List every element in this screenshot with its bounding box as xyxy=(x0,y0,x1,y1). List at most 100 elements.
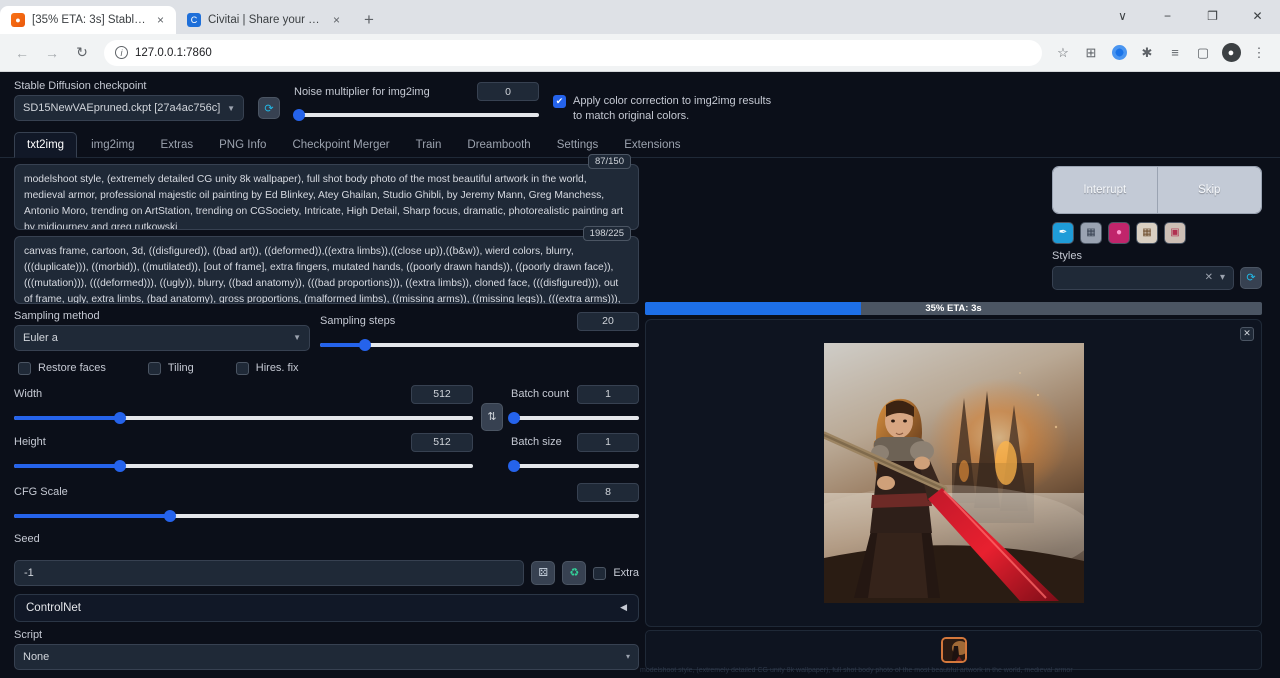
chevron-down-icon: ▼ xyxy=(227,104,235,113)
reading-list-icon[interactable]: ≡ xyxy=(1162,40,1188,66)
tab-dreambooth[interactable]: Dreambooth xyxy=(455,133,542,157)
tab-train[interactable]: Train xyxy=(404,133,454,157)
palette-icon[interactable]: ● xyxy=(1108,222,1130,244)
paint-brush-icon[interactable]: ✒ xyxy=(1052,222,1074,244)
extra-seed-toggle[interactable]: Extra xyxy=(593,566,639,580)
cfg-value[interactable]: 8 xyxy=(577,483,639,502)
hires-fix-checkbox[interactable] xyxy=(236,362,249,375)
close-icon[interactable]: × xyxy=(329,13,344,28)
generate-panel: Interrupt Skip ✒ ▦ ● ▦ ▣ Styles xyxy=(1052,164,1262,290)
maximize-icon[interactable]: ❐ xyxy=(1190,0,1235,32)
seed-input[interactable]: -1 xyxy=(14,560,524,586)
reuse-seed-recycle-icon[interactable]: ♻ xyxy=(562,561,586,585)
thumbnail-art-svg xyxy=(943,639,967,663)
side-panel-icon[interactable]: ▢ xyxy=(1190,40,1216,66)
browser-tab-title: Civitai | Share your models xyxy=(208,14,322,26)
browser-tab-title: [35% ETA: 3s] Stable Diffusion xyxy=(32,14,146,26)
site-info-icon[interactable]: i xyxy=(115,46,128,59)
progress-label: 35% ETA: 3s xyxy=(645,302,1262,315)
skip-button[interactable]: Skip xyxy=(1157,167,1262,213)
generate-button-group: Interrupt Skip xyxy=(1052,166,1262,214)
apps-icon[interactable]: ⊞ xyxy=(1078,40,1104,66)
tab-checkpoint-merger[interactable]: Checkpoint Merger xyxy=(280,133,401,157)
clear-styles-icon[interactable]: ✕ xyxy=(1205,272,1213,283)
forward-icon[interactable]: → xyxy=(38,39,66,67)
gallery-thumbnail[interactable] xyxy=(941,637,967,663)
avatar[interactable]: ● xyxy=(1218,40,1244,66)
sampling-steps-slider[interactable] xyxy=(320,338,639,352)
swap-dimensions-button[interactable]: ⇅ xyxy=(481,403,503,431)
generated-image[interactable] xyxy=(824,343,1084,603)
extension-blue-icon[interactable] xyxy=(1106,40,1132,66)
noise-multiplier-value[interactable]: 0 xyxy=(477,82,539,101)
sampling-method-select[interactable]: Euler a ▼ xyxy=(14,325,310,351)
address-bar[interactable]: i 127.0.0.1:7860 xyxy=(104,40,1042,66)
close-icon[interactable]: ✕ xyxy=(1240,327,1254,341)
minimize-icon[interactable]: − xyxy=(1145,0,1190,32)
tab-search-icon[interactable]: ∨ xyxy=(1100,0,1145,32)
close-window-icon[interactable]: ✕ xyxy=(1235,0,1280,32)
extensions-puzzle-icon[interactable]: ✱ xyxy=(1134,40,1160,66)
collapse-arrow-icon: ◀ xyxy=(620,602,627,613)
restore-faces-toggle[interactable]: Restore faces xyxy=(18,361,106,375)
tab-extras[interactable]: Extras xyxy=(149,133,206,157)
batch-size-value[interactable]: 1 xyxy=(577,433,639,452)
output-area: 35% ETA: 3s ✕ xyxy=(645,302,1262,678)
dimensions-row: Width 512 Height 512 ⇅ xyxy=(14,375,639,473)
hires-fix-toggle[interactable]: Hires. fix xyxy=(236,361,299,375)
styles-label: Styles xyxy=(1052,250,1262,262)
script-select[interactable]: None ▾ xyxy=(14,644,639,670)
controlnet-accordion[interactable]: ControlNet ◀ xyxy=(14,594,639,622)
left-panel: 87/150 modelshoot style, (extremely deta… xyxy=(14,164,639,678)
tab-txt2img[interactable]: txt2img xyxy=(14,132,77,158)
tab-png-info[interactable]: PNG Info xyxy=(207,133,278,157)
grid-icon[interactable]: ▦ xyxy=(1080,222,1102,244)
stable-diffusion-favicon: ● xyxy=(11,13,25,27)
refresh-checkpoints-button[interactable]: ⟳ xyxy=(258,97,280,119)
interrupt-button[interactable]: Interrupt xyxy=(1053,167,1157,213)
browser-toolbar: ← → ↻ i 127.0.0.1:7860 ☆ ⊞ ✱ ≡ ▢ ● ⋮ xyxy=(0,34,1280,72)
back-icon[interactable]: ← xyxy=(8,39,36,67)
color-correction-checkbox[interactable]: ✔ xyxy=(553,95,566,108)
save-style-icon[interactable]: ▣ xyxy=(1164,222,1186,244)
checkpoint-select[interactable]: SD15NewVAEpruned.ckpt [27a4ac756c] ▼ xyxy=(14,95,244,121)
clipboard-icon[interactable]: ▦ xyxy=(1136,222,1158,244)
height-slider[interactable] xyxy=(14,459,473,473)
close-icon[interactable]: × xyxy=(153,13,168,28)
width-slider[interactable] xyxy=(14,411,473,425)
tab-img2img[interactable]: img2img xyxy=(79,133,146,157)
new-tab-button[interactable]: + xyxy=(356,6,382,32)
reload-icon[interactable]: ↻ xyxy=(68,39,96,67)
toggles-row: Restore faces Tiling Hires. fix xyxy=(14,352,639,375)
styles-select[interactable]: ✕ ▾ xyxy=(1052,266,1234,290)
extra-checkbox[interactable] xyxy=(593,567,606,580)
negative-prompt-wrap: 198/225 canvas frame, cartoon, 3d, ((dis… xyxy=(14,236,639,304)
avatar-glyph: ● xyxy=(1222,43,1241,62)
random-seed-dice-icon[interactable]: ⚄ xyxy=(531,561,555,585)
browser-tab-stable-diffusion[interactable]: ● [35% ETA: 3s] Stable Diffusion × xyxy=(0,6,176,34)
apply-styles-button[interactable]: ⟳ xyxy=(1240,267,1262,289)
cfg-slider[interactable] xyxy=(14,509,639,523)
noise-multiplier-slider[interactable] xyxy=(294,108,539,122)
sampling-steps-group: Sampling steps 20 xyxy=(320,310,639,352)
tiling-toggle[interactable]: Tiling xyxy=(148,361,194,375)
address-bar-url: 127.0.0.1:7860 xyxy=(135,47,212,59)
sampling-steps-value[interactable]: 20 xyxy=(577,312,639,331)
positive-prompt-input[interactable]: modelshoot style, (extremely detailed CG… xyxy=(14,164,639,230)
batch-count-slider[interactable] xyxy=(511,411,639,425)
tiling-checkbox[interactable] xyxy=(148,362,161,375)
batch-size-label: Batch size xyxy=(511,436,577,448)
extra-label: Extra xyxy=(613,567,639,579)
restore-faces-checkbox[interactable] xyxy=(18,362,31,375)
height-value[interactable]: 512 xyxy=(411,433,473,452)
browser-tab-civitai[interactable]: C Civitai | Share your models × xyxy=(176,6,352,34)
batch-count-value[interactable]: 1 xyxy=(577,385,639,404)
bookmark-star-icon[interactable]: ☆ xyxy=(1050,40,1076,66)
batch-size-slider[interactable] xyxy=(511,459,639,473)
width-value[interactable]: 512 xyxy=(411,385,473,404)
browser-menu-icon[interactable]: ⋮ xyxy=(1246,40,1272,66)
script-value: None xyxy=(23,651,49,663)
chevron-down-icon: ▾ xyxy=(1220,272,1225,283)
batch-group: Batch count 1 Batch size 1 xyxy=(511,385,639,473)
negative-prompt-input[interactable]: canvas frame, cartoon, 3d, ((disfigured)… xyxy=(14,236,639,304)
